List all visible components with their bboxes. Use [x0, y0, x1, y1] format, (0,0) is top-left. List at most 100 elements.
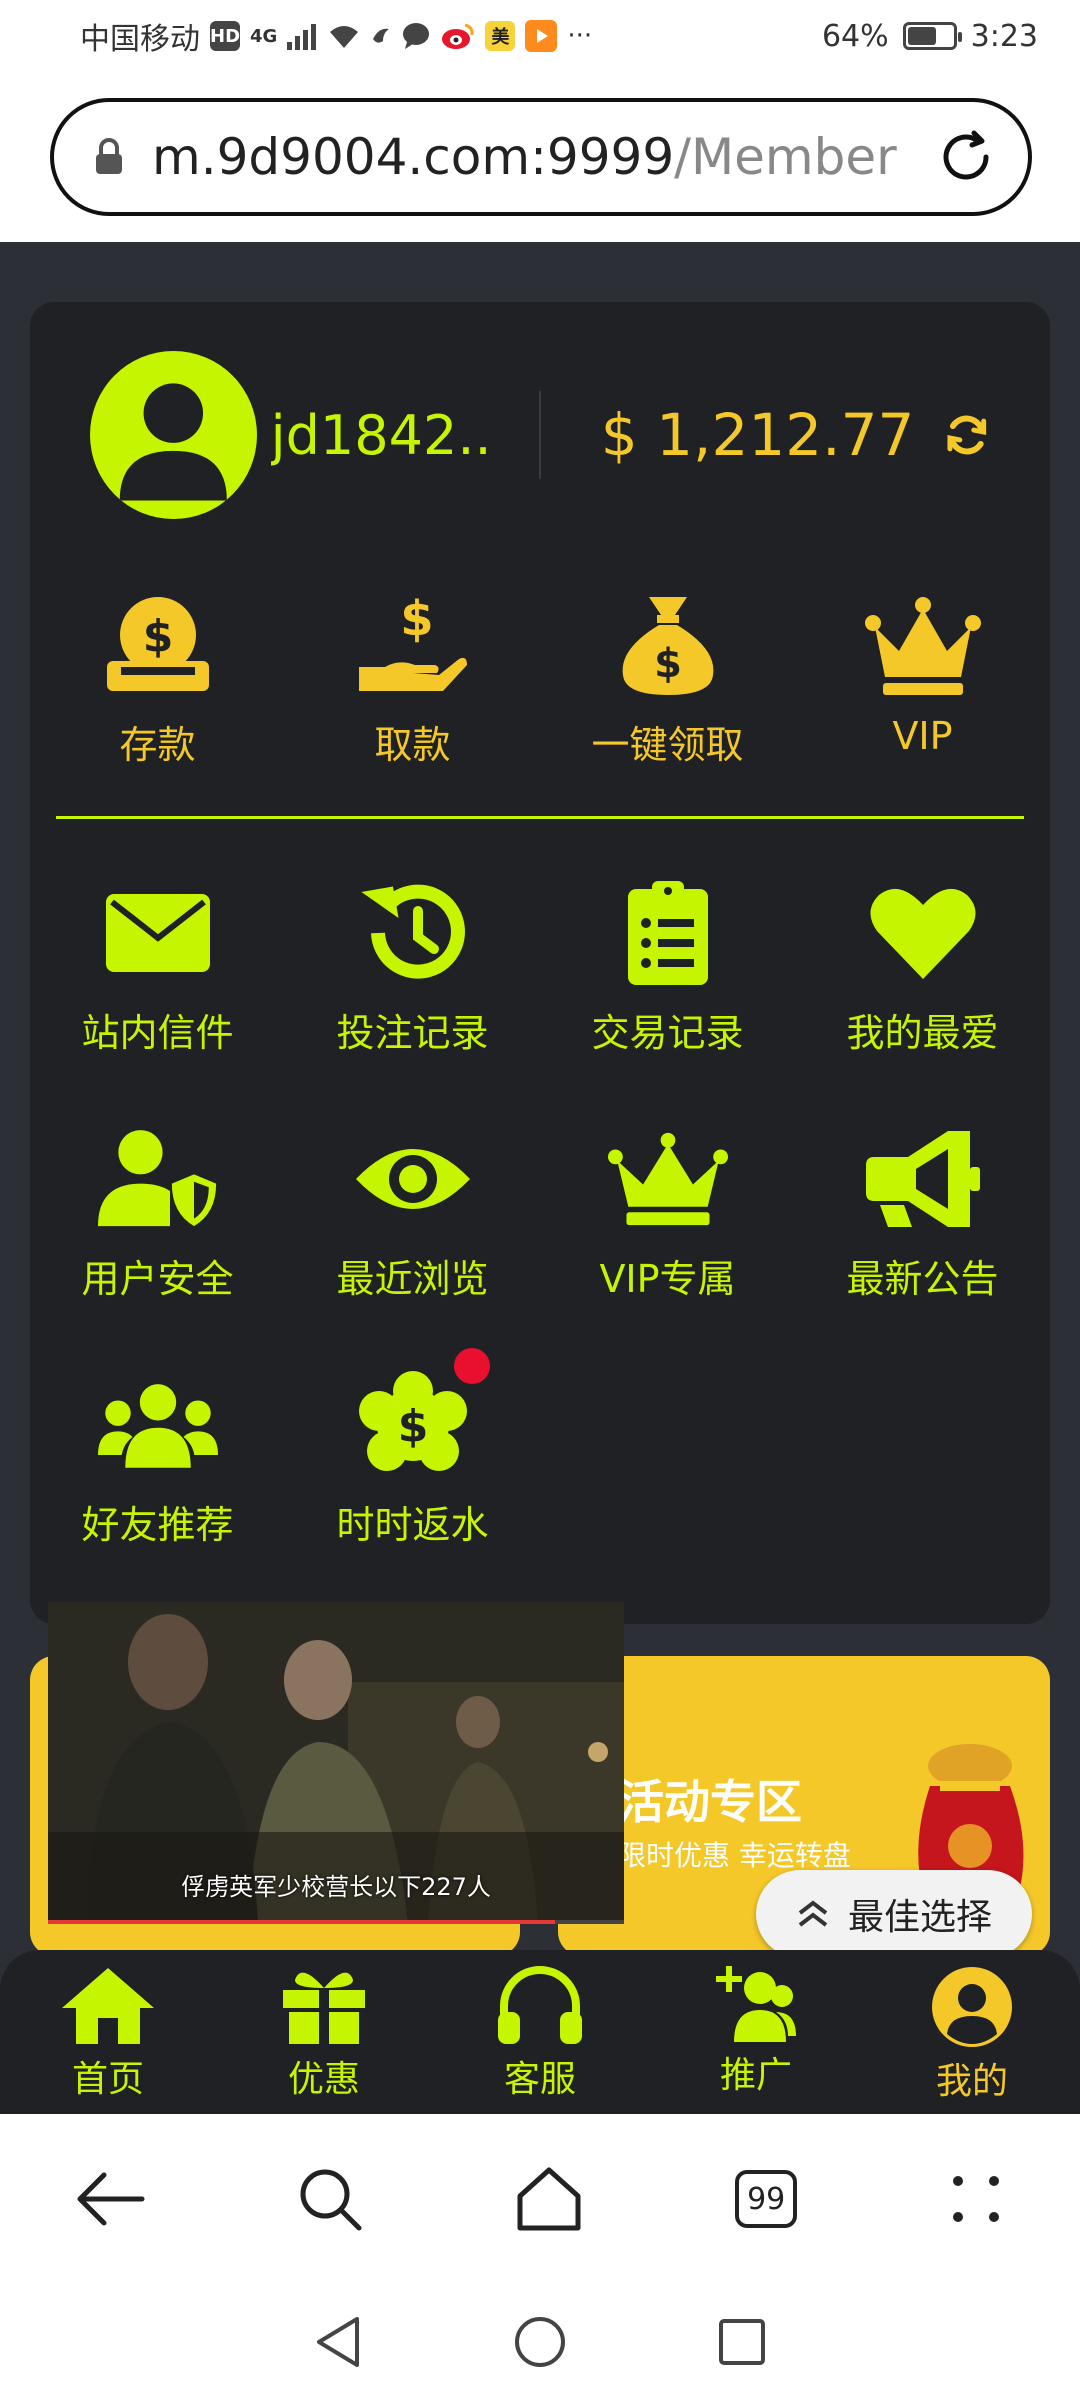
svg-text:$: $: [397, 1401, 428, 1452]
withdraw-hand-icon: $: [358, 593, 467, 691]
megaphone-icon: [865, 1131, 980, 1227]
video-app-icon: [525, 20, 558, 52]
nav-customer-service[interactable]: 客服: [432, 1950, 648, 2114]
network-type: 4G: [250, 25, 278, 47]
browser-header: m.9d9004.com:9999/Member: [0, 72, 1080, 242]
deposit-button[interactable]: $ 存款: [30, 554, 285, 784]
vip-button[interactable]: VIP: [795, 554, 1050, 784]
balance: $ 1,212.77: [600, 401, 915, 469]
withdraw-button[interactable]: $ 取款: [285, 554, 540, 784]
favorites-button[interactable]: 我的最爱: [795, 842, 1050, 1088]
vip-label: VIP: [892, 714, 953, 758]
banner-subtitle: 限时优惠 幸运转盘: [618, 1839, 851, 1872]
transaction-history-button[interactable]: 交易记录: [540, 842, 795, 1088]
bird-icon: [373, 28, 390, 43]
more-notifications-icon: ···: [567, 21, 593, 51]
svg-text:$: $: [400, 593, 433, 647]
gift-icon: [283, 1972, 365, 2044]
clipboard-list-icon: [627, 881, 708, 985]
headphones-icon: [498, 1966, 582, 2044]
bet-history-button[interactable]: 投注记录: [285, 842, 540, 1088]
weibo-icon: [442, 23, 474, 49]
bet-history-label: 投注记录: [336, 1011, 489, 1055]
hd-badge: HD: [210, 21, 241, 51]
battery-percent: 64%: [821, 18, 889, 54]
eye-icon: [355, 1149, 470, 1209]
user-shield-icon: [97, 1130, 216, 1227]
divider: [538, 391, 541, 479]
account-security-label: 用户安全: [81, 1257, 234, 1301]
account-security-button[interactable]: 用户安全: [30, 1088, 285, 1334]
user-icon: [119, 383, 227, 501]
status-bar: 中国移动 HD 4G 美 ··· 64% 3:23: [0, 0, 1080, 72]
nav-my-account-label: 我的: [935, 2061, 1008, 2102]
video-subtitle: 俘虏英军少校营长以下227人: [181, 1873, 491, 1901]
one-click-claim-button[interactable]: $ 一键领取: [540, 554, 795, 784]
best-choice-label: 最佳选择: [847, 1897, 992, 1938]
search-icon[interactable]: [297, 2166, 363, 2232]
notification-dot: [454, 1348, 490, 1384]
recently-viewed-button[interactable]: 最近浏览: [285, 1088, 540, 1334]
heart-icon: [869, 888, 976, 979]
nav-back-icon[interactable]: [313, 2315, 363, 2369]
battery-icon: [902, 22, 962, 50]
section-divider: [56, 816, 1024, 819]
crown-icon: [864, 597, 981, 695]
transaction-history-label: 交易记录: [591, 1011, 744, 1055]
instant-rebate-label: 时时返水: [336, 1503, 489, 1547]
inbox-label: 站内信件: [81, 1011, 234, 1055]
chat-icon: [403, 23, 430, 49]
member-card: jd1842... $ 1,212.77 $ 存款 $ 取款 $ 一键领取 VI…: [30, 302, 1050, 1624]
nav-my-account[interactable]: 我的: [864, 1950, 1080, 2114]
tabs-button[interactable]: 99: [735, 2170, 798, 2228]
recently-viewed-label: 最近浏览: [336, 1257, 489, 1301]
banner-title: 活动专区: [618, 1775, 802, 1829]
coin-deposit-icon: $: [106, 597, 209, 691]
video-progress-bar[interactable]: [48, 1920, 624, 1924]
clock: 3:23: [970, 18, 1038, 54]
nav-recents-icon[interactable]: [717, 2317, 767, 2367]
nav-customer-service-label: 客服: [503, 2059, 576, 2100]
history-icon: [360, 884, 465, 979]
one-click-claim-label: 一键领取: [591, 723, 744, 767]
floating-video-player[interactable]: 俘虏英军少校营长以下227人: [48, 1602, 624, 1924]
dollar-badge-icon: $: [358, 1371, 467, 1471]
nav-promotions[interactable]: 优惠: [216, 1950, 432, 2114]
money-bag-icon: $: [622, 597, 713, 695]
inbox-button[interactable]: 站内信件: [30, 842, 285, 1088]
vip-exclusive-button[interactable]: VIP专属: [540, 1088, 795, 1334]
deposit-label: 存款: [119, 723, 196, 767]
envelope-icon: [105, 894, 210, 972]
meituan-badge: 美: [485, 21, 516, 51]
profile-row: jd1842... $ 1,212.77: [90, 350, 990, 520]
nav-promotions-label: 优惠: [287, 2059, 360, 2100]
nav-home-label: 首页: [71, 2059, 144, 2100]
carrier-label: 中国移动: [80, 22, 200, 57]
double-chevron-up-icon: [798, 1900, 828, 1927]
reload-icon[interactable]: [934, 125, 998, 189]
avatar[interactable]: [90, 351, 257, 519]
vip-exclusive-label: VIP专属: [599, 1257, 736, 1301]
crown-icon: [607, 1132, 728, 1226]
users-icon: [97, 1384, 218, 1468]
instant-rebate-button[interactable]: $ 时时返水: [285, 1334, 540, 1580]
address-bar[interactable]: m.9d9004.com:9999/Member: [50, 98, 1032, 216]
username: jd1842...: [270, 403, 489, 467]
nav-home-circle-icon[interactable]: [513, 2315, 567, 2369]
nav-home[interactable]: 首页: [0, 1950, 216, 2114]
best-choice-button[interactable]: 最佳选择: [756, 1870, 1032, 1958]
back-arrow-icon[interactable]: [76, 2169, 146, 2229]
system-navigation: [0, 2284, 1080, 2400]
url-host: m.9d9004.com:9999: [152, 128, 675, 186]
more-menu-icon[interactable]: [948, 2171, 1004, 2227]
browser-toolbar: 99: [0, 2114, 1080, 2284]
refer-friends-button[interactable]: 好友推荐: [30, 1334, 285, 1580]
nav-referral[interactable]: 推广: [648, 1950, 864, 2114]
nav-referral-label: 推广: [719, 2055, 792, 2096]
url-text[interactable]: m.9d9004.com:9999/Member: [152, 128, 897, 186]
refresh-balance-icon[interactable]: [944, 412, 990, 458]
refer-friends-label: 好友推荐: [81, 1503, 234, 1547]
announcements-button[interactable]: 最新公告: [795, 1088, 1050, 1334]
announcements-label: 最新公告: [846, 1257, 999, 1301]
home-outline-icon[interactable]: [514, 2166, 584, 2232]
